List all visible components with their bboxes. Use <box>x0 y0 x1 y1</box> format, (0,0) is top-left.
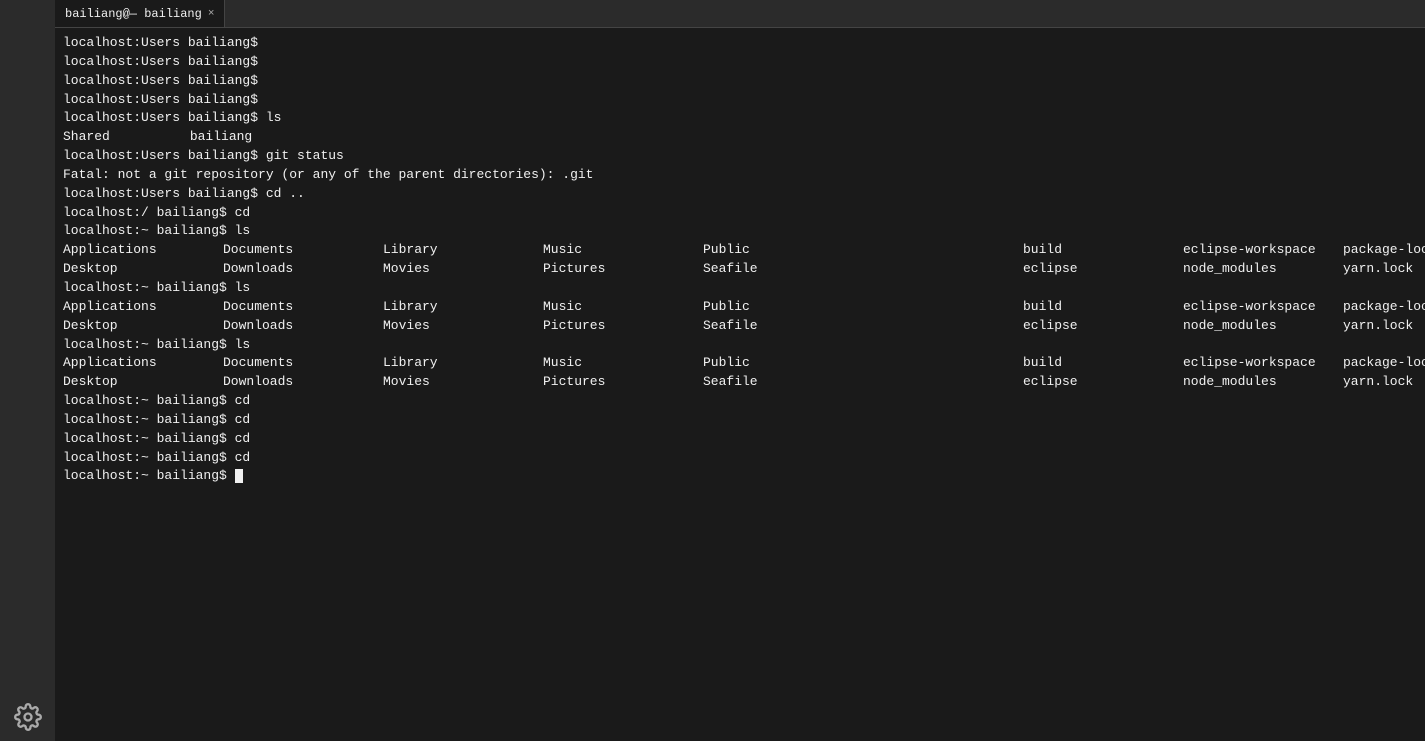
ls-item <box>863 260 1023 279</box>
ls-item: Seafile <box>703 373 863 392</box>
ls-item: yarn.lock <box>1343 317 1425 336</box>
ls-item: Desktop <box>63 373 223 392</box>
terminal-line: localhost:~ bailiang$ ls <box>63 222 1425 241</box>
terminal-line: localhost:/ bailiang$ cd <box>63 204 1425 223</box>
gear-icon[interactable] <box>14 703 42 731</box>
ls-item <box>863 354 1023 373</box>
terminal-line: localhost:Users bailiang$ ls <box>63 109 1425 128</box>
ls-item: Downloads <box>223 317 383 336</box>
terminal-line: localhost:~ bailiang$ cd <box>63 392 1425 411</box>
ls-item: Pictures <box>543 260 703 279</box>
ls-item: Public <box>703 354 863 373</box>
ls-item: Library <box>383 298 543 317</box>
ls-item: Desktop <box>63 317 223 336</box>
ls-item: Movies <box>383 373 543 392</box>
terminal-line: localhost:~ bailiang$ <box>63 467 1425 486</box>
terminal-line: localhost:Users bailiang$ git status <box>63 147 1425 166</box>
ls-item: Library <box>383 241 543 260</box>
ls-item: Applications <box>63 298 223 317</box>
ls-item: node_modules <box>1183 260 1343 279</box>
ls-item: eclipse <box>1023 260 1183 279</box>
ls-item: Downloads <box>223 373 383 392</box>
ls-item: eclipse-workspace <box>1183 354 1343 373</box>
terminal-line: localhost:Users bailiang$ <box>63 72 1425 91</box>
terminal-output[interactable]: localhost:Users bailiang$ localhost:User… <box>55 28 1425 741</box>
ls-item <box>863 298 1023 317</box>
ls-output-users: Shared bailiang <box>63 128 1425 147</box>
terminal-line: localhost:Users bailiang$ <box>63 34 1425 53</box>
terminal-area[interactable]: bailiang@— bailiang × <box>55 0 1425 741</box>
ls-item: eclipse-workspace <box>1183 298 1343 317</box>
ls-item: bailiang <box>190 128 252 147</box>
ls-item: Movies <box>383 260 543 279</box>
ls-item <box>863 241 1023 260</box>
sidebar <box>0 0 55 741</box>
ls-item: Desktop <box>63 260 223 279</box>
ls-item: Music <box>543 354 703 373</box>
ls-item: Seafile <box>703 260 863 279</box>
terminal-line: localhost:~ bailiang$ ls <box>63 336 1425 355</box>
ls-item: Pictures <box>543 317 703 336</box>
ls-item: Public <box>703 298 863 317</box>
ls-item: Applications <box>63 354 223 373</box>
ls-item: build <box>1023 241 1183 260</box>
ls-item: Applications <box>63 241 223 260</box>
ls-grid-1: Applications Documents Library Music Pub… <box>63 241 1425 279</box>
terminal-line: localhost:~ bailiang$ cd <box>63 430 1425 449</box>
ls-grid-3: Applications Documents Library Music Pub… <box>63 354 1425 392</box>
ls-item: build <box>1023 354 1183 373</box>
ls-item: Library <box>383 354 543 373</box>
ls-grid-2: Applications Documents Library Music Pub… <box>63 298 1425 336</box>
terminal-line: localhost:~ bailiang$ ls <box>63 279 1425 298</box>
ls-item: Documents <box>223 354 383 373</box>
ls-item: Documents <box>223 298 383 317</box>
ls-item: Seafile <box>703 317 863 336</box>
terminal-line: localhost:Users bailiang$ <box>63 53 1425 72</box>
ls-item: Public <box>703 241 863 260</box>
terminal-line: localhost:Users bailiang$ cd .. <box>63 185 1425 204</box>
ls-item: package-lock.json <box>1343 354 1425 373</box>
ls-item: Movies <box>383 317 543 336</box>
ls-item: node_modules <box>1183 317 1343 336</box>
ls-item: eclipse <box>1023 317 1183 336</box>
terminal-line: localhost:~ bailiang$ cd <box>63 411 1425 430</box>
terminal-tab[interactable]: bailiang@— bailiang × <box>55 0 225 27</box>
ls-item <box>863 317 1023 336</box>
terminal-line: Fatal: not a git repository (or any of t… <box>63 166 1425 185</box>
ls-item: package-lock.json <box>1343 241 1425 260</box>
ls-item: Pictures <box>543 373 703 392</box>
ls-item: Music <box>543 241 703 260</box>
ls-item: Shared <box>63 128 110 147</box>
tab-label: bailiang@— bailiang <box>65 7 202 21</box>
ls-item: package-lock.json <box>1343 298 1425 317</box>
terminal-cursor <box>235 469 243 483</box>
ls-item: node_modules <box>1183 373 1343 392</box>
ls-item: Downloads <box>223 260 383 279</box>
ls-item: Music <box>543 298 703 317</box>
ls-item: yarn.lock <box>1343 373 1425 392</box>
terminal-wrapper: bailiang@— bailiang × <box>0 0 1425 741</box>
tab-bar: bailiang@— bailiang × <box>55 0 1425 28</box>
terminal-line: localhost:Users bailiang$ <box>63 91 1425 110</box>
ls-item: eclipse <box>1023 373 1183 392</box>
ls-item <box>863 373 1023 392</box>
ls-item: eclipse-workspace <box>1183 241 1343 260</box>
tab-close-button[interactable]: × <box>208 8 215 20</box>
ls-item: build <box>1023 298 1183 317</box>
ls-item: Documents <box>223 241 383 260</box>
ls-item: yarn.lock <box>1343 260 1425 279</box>
terminal-line: localhost:~ bailiang$ cd <box>63 449 1425 468</box>
